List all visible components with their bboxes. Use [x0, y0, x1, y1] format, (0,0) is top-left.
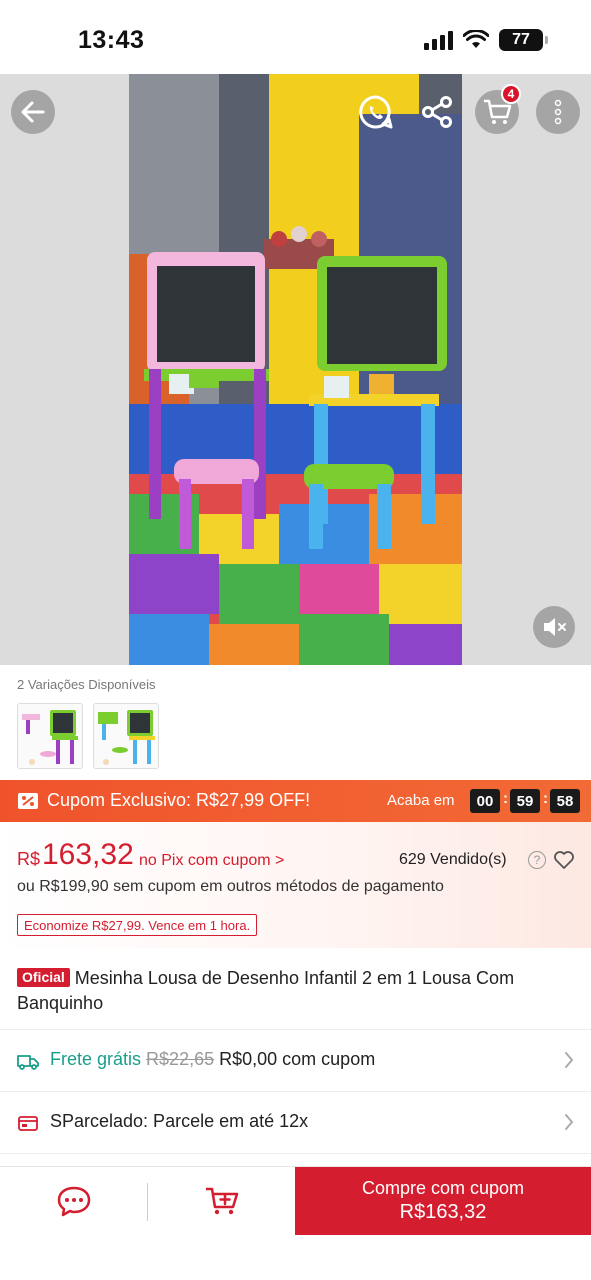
chevron-right-icon	[565, 1052, 574, 1068]
variation-pink-image	[18, 704, 82, 768]
chevron-right-icon	[565, 1114, 574, 1130]
other-payment-price: ou R$199,90 sem cupom em outros métodos …	[17, 878, 444, 895]
truck-icon	[17, 1055, 39, 1070]
back-arrow-icon	[21, 101, 45, 123]
save-badge: Economize R$27,99. Vence em 1 hora.	[17, 914, 258, 936]
installments-row[interactable]: SParcelado: Parcele em até 12x	[0, 1092, 591, 1154]
buy-button-price: R$163,32	[399, 1201, 487, 1223]
battery-icon: 77	[499, 29, 548, 51]
more-options-button[interactable]	[536, 90, 580, 134]
whatsapp-share-button[interactable]	[354, 90, 398, 134]
card-icon	[18, 1116, 38, 1131]
timer-minutes: 59	[510, 789, 540, 813]
product-title: Oficial Mesinha Lousa de Desenho Infantil…	[17, 966, 577, 1016]
coupon-ends-label: Acaba em	[387, 792, 455, 809]
home-indicator-area	[0, 1236, 591, 1280]
back-button[interactable]	[11, 90, 55, 134]
variations-section: 2 Variações Disponíveis	[0, 665, 591, 780]
status-time: 13:43	[78, 26, 145, 54]
price-value: 163,32	[42, 838, 134, 871]
free-shipping-label: Frete grátis	[50, 1049, 142, 1069]
timer-separator: :	[503, 790, 508, 807]
variation-thumb-pink[interactable]	[17, 703, 83, 769]
more-icon	[554, 99, 562, 125]
buy-with-coupon-button[interactable]: Compre com cupom R$163,32	[295, 1167, 591, 1235]
status-bar: 13:43 77	[0, 0, 591, 74]
add-to-cart-icon	[205, 1187, 238, 1215]
cart-count-badge: 4	[501, 84, 521, 104]
mute-icon	[544, 618, 566, 636]
variations-label: 2 Variações Disponíveis	[17, 677, 156, 692]
timer-separator: :	[543, 790, 548, 807]
product-video[interactable]	[129, 74, 462, 665]
bottom-action-bar: Compre com cupom R$163,32	[0, 1166, 591, 1236]
coupon-text: Cupom Exclusivo: R$27,99 OFF!	[47, 790, 311, 810]
status-indicators: 77	[424, 26, 548, 54]
shipping-text: Frete grátis R$22,65 R$0,00 com cupom	[50, 1049, 375, 1070]
pix-coupon-link[interactable]: no Pix com cupom >	[139, 852, 284, 870]
price-section: R$ 163,32 no Pix com cupom > 629 Vendido…	[0, 822, 591, 948]
timer-seconds: 58	[550, 789, 580, 813]
variation-thumb-green[interactable]	[93, 703, 159, 769]
coupon-icon	[18, 793, 38, 809]
variation-green-image	[94, 704, 158, 768]
heart-icon[interactable]	[553, 850, 575, 870]
chat-button[interactable]	[0, 1167, 148, 1235]
official-badge: Oficial	[17, 968, 70, 987]
installments-text: SParcelado: Parcele em até 12x	[50, 1111, 309, 1131]
product-media[interactable]: 4	[0, 74, 591, 665]
sold-count: 629 Vendido(s)	[399, 851, 507, 868]
share-button[interactable]	[415, 90, 459, 134]
battery-level: 77	[512, 31, 530, 48]
wifi-icon	[463, 30, 489, 48]
signal-icon	[424, 30, 453, 50]
add-to-cart-button[interactable]	[148, 1167, 295, 1235]
product-title-text: Mesinha Lousa de Desenho Infantil 2 em 1…	[17, 968, 515, 1013]
shipping-old-price: R$22,65	[146, 1049, 215, 1069]
coupon-banner[interactable]: Cupom Exclusivo: R$27,99 OFF! Acaba em 0…	[0, 780, 591, 822]
product-photo	[129, 74, 462, 665]
help-icon[interactable]: ?	[528, 851, 546, 869]
cart-button[interactable]: 4	[475, 84, 521, 134]
shipping-new-price: R$0,00 com cupom	[219, 1049, 376, 1069]
chat-icon	[57, 1186, 91, 1217]
share-icon	[422, 96, 452, 128]
price-currency: R$	[17, 849, 41, 869]
product-title-section: Oficial Mesinha Lousa de Desenho Infantil…	[0, 948, 591, 1030]
whatsapp-icon	[359, 95, 393, 129]
buy-button-label: Compre com cupom	[361, 1178, 525, 1198]
timer-hours: 00	[470, 789, 500, 813]
mute-button[interactable]	[533, 606, 575, 648]
shipping-row[interactable]: Frete grátis R$22,65 R$0,00 com cupom	[0, 1030, 591, 1092]
